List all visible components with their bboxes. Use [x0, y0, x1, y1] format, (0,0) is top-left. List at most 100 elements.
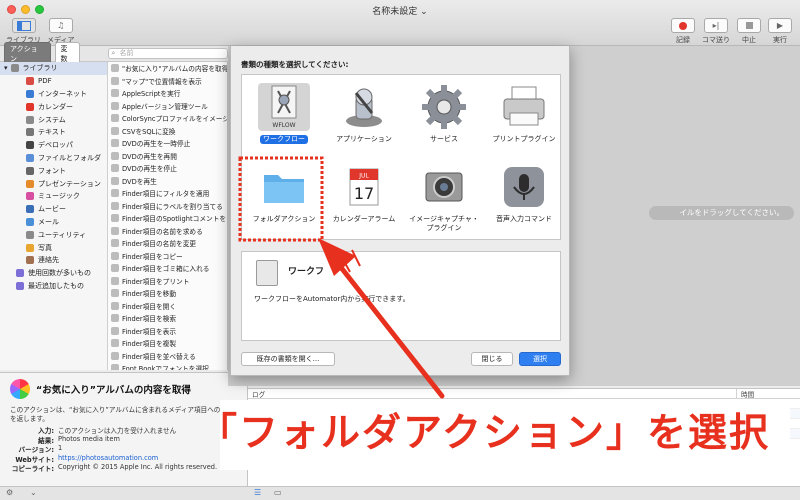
action-item[interactable]: CSVをSQLに変換	[108, 125, 227, 138]
smart-group-frequent[interactable]: 使用回数が多いもの	[0, 267, 107, 280]
search-input[interactable]: ⌕ 名前	[108, 48, 228, 59]
action-label: DVDの再生を再開	[122, 152, 177, 161]
category-label: ユーティリティ	[38, 230, 87, 239]
action-item[interactable]: Finder項目を移動	[108, 287, 227, 300]
calendar-day: 17	[354, 184, 374, 203]
library-root[interactable]: ▾ ライブラリ	[0, 62, 107, 75]
type-image-capture-plugin[interactable]: イメージキャプチャ・プラグイン	[406, 159, 482, 239]
action-item[interactable]: Finder項目をプリント	[108, 275, 227, 288]
action-icon	[111, 201, 119, 210]
type-print-plugin[interactable]: プリントプラグイン	[486, 79, 562, 159]
action-item[interactable]: "お気に入り"アルバムの内容を取得	[108, 62, 227, 75]
action-icon	[111, 89, 119, 98]
time-column-header[interactable]: 時間	[736, 389, 754, 399]
action-item[interactable]: "マップ"で位置情報を表示	[108, 75, 227, 88]
category-label: ミュージック	[38, 192, 80, 201]
action-icon	[111, 76, 119, 85]
action-item[interactable]: Finder項目の名前を変更	[108, 237, 227, 250]
close-button[interactable]: 閉じる	[471, 352, 513, 366]
type-image-capture-plugin-label: イメージキャプチャ・プラグイン	[409, 215, 479, 232]
action-item[interactable]: AppleScriptを実行	[108, 87, 227, 100]
category-label: 連絡先	[38, 256, 59, 265]
type-workflow[interactable]: WFLOW ワークフロー	[246, 79, 322, 159]
run-button[interactable]: ▶ 実行	[768, 18, 792, 45]
category-item[interactable]: メール	[0, 216, 107, 229]
action-item[interactable]: Finder項目を複製	[108, 337, 227, 350]
stop-button[interactable]: 中止	[737, 18, 761, 45]
category-item[interactable]: プレゼンテーション	[0, 177, 107, 190]
type-calendar-alarm[interactable]: JUL 17 カレンダーアラーム	[326, 159, 402, 239]
category-icon	[26, 153, 34, 162]
description-header: “お気に入り”アルバムの内容を取得	[10, 379, 191, 399]
category-item[interactable]: システム	[0, 113, 107, 126]
website-link[interactable]: https://photosautomation.com	[58, 454, 158, 464]
action-item[interactable]: DVDの再生を一時停止	[108, 137, 227, 150]
category-item[interactable]: PDF	[0, 75, 107, 88]
action-icon	[111, 239, 119, 248]
category-item[interactable]: フォント	[0, 164, 107, 177]
category-item[interactable]: デベロッパ	[0, 139, 107, 152]
category-item[interactable]: ムービー	[0, 203, 107, 216]
toolbar-left: ライブラリ ♫ メディア	[6, 18, 75, 45]
category-item[interactable]: ファイルとフォルダ	[0, 152, 107, 165]
action-item[interactable]: Finder項目をコピー	[108, 250, 227, 263]
media-icon: ♫	[48, 18, 73, 33]
detail-value: Photos media item	[58, 434, 120, 443]
action-label: Finder項目を検索	[122, 315, 177, 324]
open-existing-button[interactable]: 既存の書類を開く...	[241, 352, 335, 366]
action-item[interactable]: Appleバージョン管理ツール	[108, 100, 227, 113]
type-service[interactable]: サービス	[406, 79, 482, 159]
category-item[interactable]: インターネット	[0, 88, 107, 101]
settings-gear-icon[interactable]: ⚙	[6, 488, 13, 497]
category-item[interactable]: ユーティリティ	[0, 228, 107, 241]
action-label: Finder項目を複製	[122, 340, 177, 349]
action-item[interactable]: Font Bookでフォントを選択	[108, 362, 227, 370]
action-label: ColorSyncプロファイルをイメージに	[122, 115, 227, 124]
action-item[interactable]: Finder項目を表示	[108, 325, 227, 338]
category-item[interactable]: ミュージック	[0, 190, 107, 203]
action-item[interactable]: Finder項目にラベルを割り当てる	[108, 200, 227, 213]
record-button[interactable]: 記録	[671, 18, 695, 45]
type-application-label: アプリケーション	[336, 135, 392, 143]
list-view-icon[interactable]: ☰	[254, 488, 261, 497]
action-icon	[111, 364, 119, 370]
action-item[interactable]: Finder項目を並べ替える	[108, 350, 227, 363]
collapse-panel-icon[interactable]: ⌄	[30, 488, 37, 497]
action-item[interactable]: Finder項目を開く	[108, 300, 227, 313]
action-item[interactable]: Finder項目を検索	[108, 312, 227, 325]
action-item[interactable]: DVDの再生を再開	[108, 150, 227, 163]
category-label: ファイルとフォルダ	[38, 153, 101, 162]
media-button[interactable]: ♫ メディア	[47, 18, 75, 45]
action-item[interactable]: ColorSyncプロファイルをイメージに	[108, 112, 227, 125]
category-icon	[26, 141, 34, 150]
category-icon	[26, 192, 34, 201]
type-service-label: サービス	[430, 135, 458, 143]
action-item[interactable]: Finder項目にフィルタを適用	[108, 187, 227, 200]
action-item[interactable]: Finder項目のSpotlightコメントを	[108, 212, 227, 225]
stop-icon	[737, 18, 761, 33]
library-button[interactable]: ライブラリ	[6, 18, 41, 45]
choose-button[interactable]: 選択	[519, 352, 561, 366]
action-item[interactable]: Finder項目をゴミ箱に入れる	[108, 262, 227, 275]
document-type-sheet: 書類の種類を選択してください: WFLOW ワークフロー アプリケーション サー…	[230, 46, 570, 376]
type-dictation-command[interactable]: 音声入力コマンド	[486, 159, 562, 239]
type-info-title: ワークフ	[288, 267, 325, 277]
category-icon	[26, 128, 34, 137]
smart-group-recent[interactable]: 最近追加したもの	[0, 280, 107, 293]
split-view-icon[interactable]: ▭	[274, 488, 282, 497]
category-item[interactable]: 連絡先	[0, 254, 107, 267]
category-icon	[26, 77, 34, 86]
action-icon	[111, 276, 119, 285]
category-item[interactable]: カレンダー	[0, 100, 107, 113]
category-item[interactable]: テキスト	[0, 126, 107, 139]
category-item[interactable]: 写真	[0, 241, 107, 254]
type-folder-action[interactable]: フォルダアクション	[246, 159, 322, 239]
action-item[interactable]: Finder項目の名前を求める	[108, 225, 227, 238]
action-item[interactable]: DVDの再生を停止	[108, 162, 227, 175]
smart-group-label: 使用回数が多いもの	[28, 269, 91, 278]
step-button[interactable]: ▸| コマ送り	[702, 18, 730, 45]
log-column-header[interactable]: ログ	[252, 389, 265, 399]
type-application[interactable]: アプリケーション	[326, 79, 402, 159]
action-icon	[111, 251, 119, 260]
action-item[interactable]: DVDを再生	[108, 175, 227, 188]
